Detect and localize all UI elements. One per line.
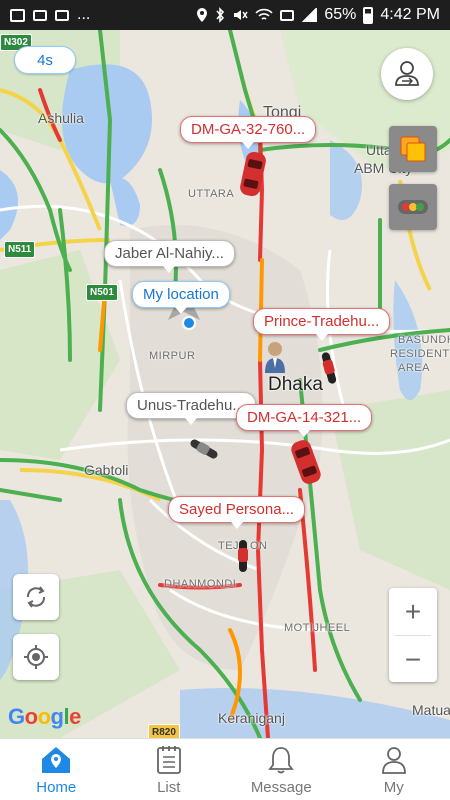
place-gabtoli: Gabtoli: [84, 462, 129, 478]
zoom-in-button[interactable]: +: [389, 588, 437, 635]
list-icon: [156, 746, 181, 774]
place-mirpur: MIRPUR: [149, 350, 196, 362]
place-uttara: UTTARA: [188, 188, 235, 200]
nav-list-label: List: [157, 779, 181, 796]
red-car-icon[interactable]: [290, 438, 322, 486]
refresh-interval-button[interactable]: 4s: [14, 46, 76, 74]
status-bar: ... 65% 4:42 PM: [0, 0, 450, 30]
more-notifications: ...: [77, 6, 91, 23]
road-shield-r820: R820: [148, 724, 180, 738]
person-marker-icon[interactable]: [262, 340, 288, 374]
battery-icon: [363, 6, 374, 24]
nav-my-label: My: [383, 779, 404, 796]
location-icon: [197, 8, 208, 22]
signal-icon: [301, 8, 318, 22]
nav-home-label: Home: [36, 779, 77, 796]
bluetooth-icon: [216, 7, 225, 23]
nav-my[interactable]: My: [338, 739, 450, 800]
place-matua: Matua: [412, 702, 450, 718]
place-motijheel: MOTIJHEEL: [284, 622, 351, 634]
place-ashulia: Ashulia: [38, 110, 84, 126]
app-notification-icon: [33, 9, 47, 21]
battery-percent: 65%: [324, 6, 357, 23]
red-motorbike-icon[interactable]: [232, 538, 254, 574]
home-location-icon: [42, 747, 71, 773]
mute-icon: [234, 10, 248, 20]
refresh-icon: [26, 586, 46, 608]
place-residential: RESIDENTIAL: [390, 348, 450, 360]
place-dhanmondi: DHANMONDI: [164, 578, 237, 590]
red-motorbike-icon[interactable]: [318, 350, 340, 386]
app-root: ... 65% 4:42 PM N302 Ashulia Tongi Uttar…: [0, 0, 450, 800]
zoom-controls: + −: [389, 588, 437, 682]
message-icon: [55, 9, 69, 21]
status-notifications: ...: [10, 6, 196, 24]
place-area: AREA: [398, 362, 430, 374]
place-dhaka: Dhaka: [268, 374, 323, 395]
google-logo: Google: [8, 704, 81, 729]
layers-icon: [400, 136, 426, 162]
grey-motorbike-icon[interactable]: [184, 434, 224, 464]
vehicle-label-prince[interactable]: Prince-Tradehu...: [253, 308, 391, 341]
place-keraniganj: Keraniganj: [218, 710, 285, 726]
vehicle-label-dm-ga-14[interactable]: DM-GA-14-321...: [236, 404, 373, 437]
person-icon: [381, 747, 406, 774]
place-basundhara: BASUNDHARA: [398, 334, 450, 346]
bell-icon: [268, 747, 295, 774]
traffic-light-icon: [398, 200, 428, 214]
road-shield-n511: N511: [4, 241, 36, 258]
locate-me-button[interactable]: [13, 634, 59, 680]
wifi-icon: [255, 8, 273, 20]
status-system: 65% 4:42 PM: [196, 6, 440, 24]
nav-message-label: Message: [250, 779, 312, 796]
layers-button[interactable]: [389, 126, 437, 172]
road-shield-n501: N501: [86, 284, 118, 301]
nav-message[interactable]: Message: [225, 739, 338, 800]
crosshair-icon: [24, 645, 48, 669]
map-view[interactable]: N302 Ashulia Tongi Uttar ABM City UTTARA…: [0, 30, 450, 738]
sim-icon: [280, 9, 295, 21]
nav-home[interactable]: Home: [0, 739, 113, 800]
red-car-icon[interactable]: [238, 150, 268, 198]
vehicle-label-jaber[interactable]: Jaber Al-Nahiy...: [104, 240, 235, 273]
account-switch-button[interactable]: [381, 48, 433, 100]
user-switch-icon: [395, 61, 419, 86]
vehicle-label-sayed[interactable]: Sayed Persona...: [168, 496, 306, 529]
gallery-icon: [10, 8, 25, 22]
vehicle-label-dm-ga-32[interactable]: DM-GA-32-760...: [180, 116, 317, 149]
bottom-navigation: Home List Message My: [0, 738, 450, 800]
nav-list[interactable]: List: [113, 739, 226, 800]
traffic-toggle-button[interactable]: [389, 184, 437, 230]
clock: 4:42 PM: [380, 6, 440, 23]
zoom-out-button[interactable]: −: [389, 636, 437, 683]
my-location-label[interactable]: My location: [132, 281, 230, 314]
my-location-dot-icon: [182, 316, 196, 330]
rotate-map-button[interactable]: [13, 574, 59, 620]
